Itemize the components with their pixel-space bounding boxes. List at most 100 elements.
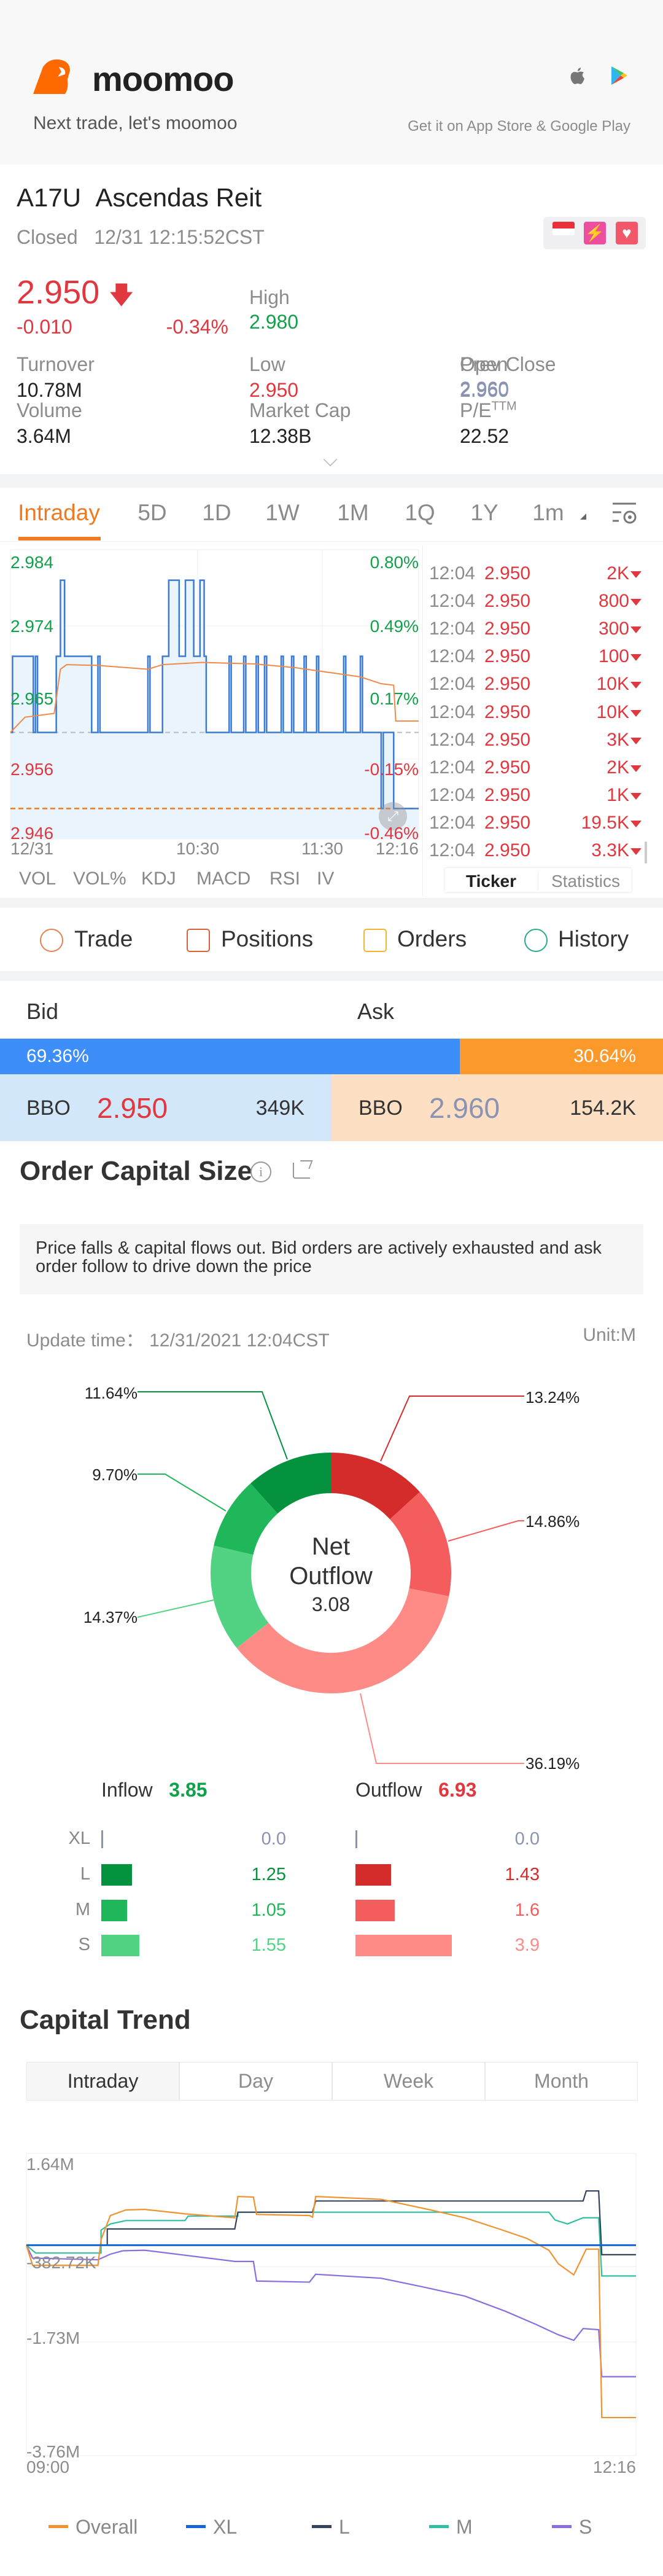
stat-value: 2.950 xyxy=(249,379,299,401)
stat-label-sup: TTM xyxy=(491,399,517,413)
ticker-time: 12:04 xyxy=(429,701,476,722)
ticker-price: 2.950 xyxy=(484,619,531,639)
leader-line xyxy=(360,1693,524,1764)
stat-value: 3.64M xyxy=(17,425,71,447)
x-tick-label: 10:30 xyxy=(176,839,220,858)
trade-button[interactable]: Trade xyxy=(40,921,179,959)
down-triangle-icon xyxy=(630,626,642,634)
y-tick-label: 1.64M xyxy=(26,2155,74,2174)
x-tick-label: 12/31 xyxy=(10,839,54,858)
history-button[interactable]: History xyxy=(524,921,662,959)
x-tick-label: 11:30 xyxy=(301,839,343,858)
legend-label-s[interactable]: S xyxy=(579,2516,592,2539)
legend-label-m[interactable]: M xyxy=(456,2516,473,2539)
legend-label-l[interactable]: L xyxy=(339,2516,350,2539)
ticker-volume: 2K xyxy=(607,563,629,584)
y-tick-label: 2.974 xyxy=(10,617,54,636)
size-label: L xyxy=(80,1864,90,1884)
divider xyxy=(0,898,663,908)
ticker-price: 2.950 xyxy=(484,757,531,778)
tab-1m[interactable]: 1m xyxy=(532,500,564,526)
orders-button[interactable]: Orders xyxy=(363,921,502,959)
legend-label-overall[interactable]: Overall xyxy=(76,2516,138,2539)
ticker-price: 2.950 xyxy=(484,840,531,861)
ticker-time: 12:04 xyxy=(429,674,476,695)
stat-value: 2.980 xyxy=(249,311,299,333)
tab-1y[interactable]: 1Y xyxy=(470,500,498,526)
tab-1q[interactable]: 1Q xyxy=(405,500,435,526)
indicator-macd[interactable]: MACD xyxy=(196,868,250,889)
update-label: Update time： xyxy=(26,1330,144,1351)
bar-out-l xyxy=(355,1864,391,1886)
down-triangle-icon xyxy=(630,682,642,689)
inflow-value: 3.85 xyxy=(169,1779,207,1801)
legend-swatch-m xyxy=(429,2525,449,2528)
tab-day[interactable]: Day xyxy=(179,2062,332,2101)
action-label: Orders xyxy=(397,926,467,951)
ticker-volume: 2K xyxy=(607,757,629,778)
slice-label-l-in: 11.64% xyxy=(84,1384,138,1402)
inflow-total: Inflow 3.85 xyxy=(101,1779,207,1801)
stat-label-turnover: Turnover xyxy=(17,353,95,375)
update-time: Update time： 12/31/2021 12:04CST xyxy=(26,1325,330,1352)
ticker-row: 12:04 2.950 10K xyxy=(424,671,654,699)
ticker-row: 12:04 2.950 1K xyxy=(424,783,654,810)
ticker-row: 12:04 2.950 2K xyxy=(424,755,654,783)
bid-ask-ratio-bar: 69.36% 30.64% xyxy=(0,1039,663,1074)
y-tick-label: -382.72K xyxy=(26,2253,96,2273)
down-triangle-icon xyxy=(630,792,642,800)
outflow-label: Outflow xyxy=(355,1779,422,1801)
flow-summary-note: Price falls & capital flows out. Bid ord… xyxy=(20,1224,643,1294)
share-icon[interactable] xyxy=(293,1160,313,1179)
outflow-value: 6.93 xyxy=(438,1779,477,1801)
ticker-tabs: Ticker Statistics xyxy=(444,867,632,893)
stat-value: 2.960 xyxy=(460,379,510,401)
ticker-volume: 800 xyxy=(598,591,629,612)
indicator-vol[interactable]: VOL xyxy=(19,868,56,889)
tab-ticker[interactable]: Ticker xyxy=(444,872,538,891)
indicator-kdj[interactable]: KDJ xyxy=(141,868,176,889)
indicator-rsi[interactable]: RSI xyxy=(269,868,300,889)
indicator-iv[interactable]: IV xyxy=(317,868,334,889)
slice-label-s-out: 36.19% xyxy=(525,1754,580,1773)
ticker-price: 2.950 xyxy=(484,646,531,667)
inflow-label: Inflow xyxy=(101,1779,153,1801)
slice-label-m-in: 9.70% xyxy=(92,1466,138,1484)
tab-month[interactable]: Month xyxy=(485,2062,638,2101)
ticker-price: 2.950 xyxy=(484,784,531,805)
positions-button[interactable]: Positions xyxy=(187,921,325,959)
tab-statistics[interactable]: Statistics xyxy=(538,872,633,891)
tab-intraday[interactable]: Intraday xyxy=(18,500,100,526)
bid-size: 349K xyxy=(255,1096,304,1120)
history-icon xyxy=(524,929,548,952)
legend-label-xl[interactable]: XL xyxy=(213,2516,237,2539)
plot-frame xyxy=(26,2153,637,2456)
stat-value: 22.52 xyxy=(460,425,510,447)
tab-week[interactable]: Week xyxy=(332,2062,485,2101)
indicator-vol-pct[interactable]: VOL% xyxy=(73,868,126,889)
capital-trend-title: Capital Trend xyxy=(20,2005,191,2035)
ticker-price: 2.950 xyxy=(484,701,531,722)
y-tick-label: 2.956 xyxy=(10,760,54,779)
tab-intraday[interactable]: Intraday xyxy=(26,2062,179,2101)
bar-out-m xyxy=(355,1900,395,1921)
x-tick-label: 12:16 xyxy=(375,839,419,858)
ticker-price: 2.950 xyxy=(484,729,531,750)
ticker-time: 12:04 xyxy=(429,591,476,612)
tab-1d[interactable]: 1D xyxy=(202,500,231,526)
tab-1m[interactable]: 1M xyxy=(337,500,368,526)
tab-5d[interactable]: 5D xyxy=(138,500,166,526)
series-line-m xyxy=(26,2211,636,2277)
ticker-volume: 10K xyxy=(596,674,629,695)
stat-label-volume: Volume xyxy=(17,399,82,421)
info-icon[interactable]: i xyxy=(250,1161,271,1182)
size-label: XL xyxy=(68,1829,90,1848)
series-line-overall xyxy=(25,2196,636,2419)
ticker-price: 2.950 xyxy=(484,674,531,695)
size-label: S xyxy=(78,1935,90,1954)
trade-icon xyxy=(40,929,63,952)
net-value: 3.08 xyxy=(311,1593,351,1615)
ticker-row: 12:04 2.950 2K xyxy=(424,561,654,588)
ticker-row: 12:04 2.950 100 xyxy=(424,644,654,671)
tab-1w[interactable]: 1W xyxy=(265,500,300,526)
